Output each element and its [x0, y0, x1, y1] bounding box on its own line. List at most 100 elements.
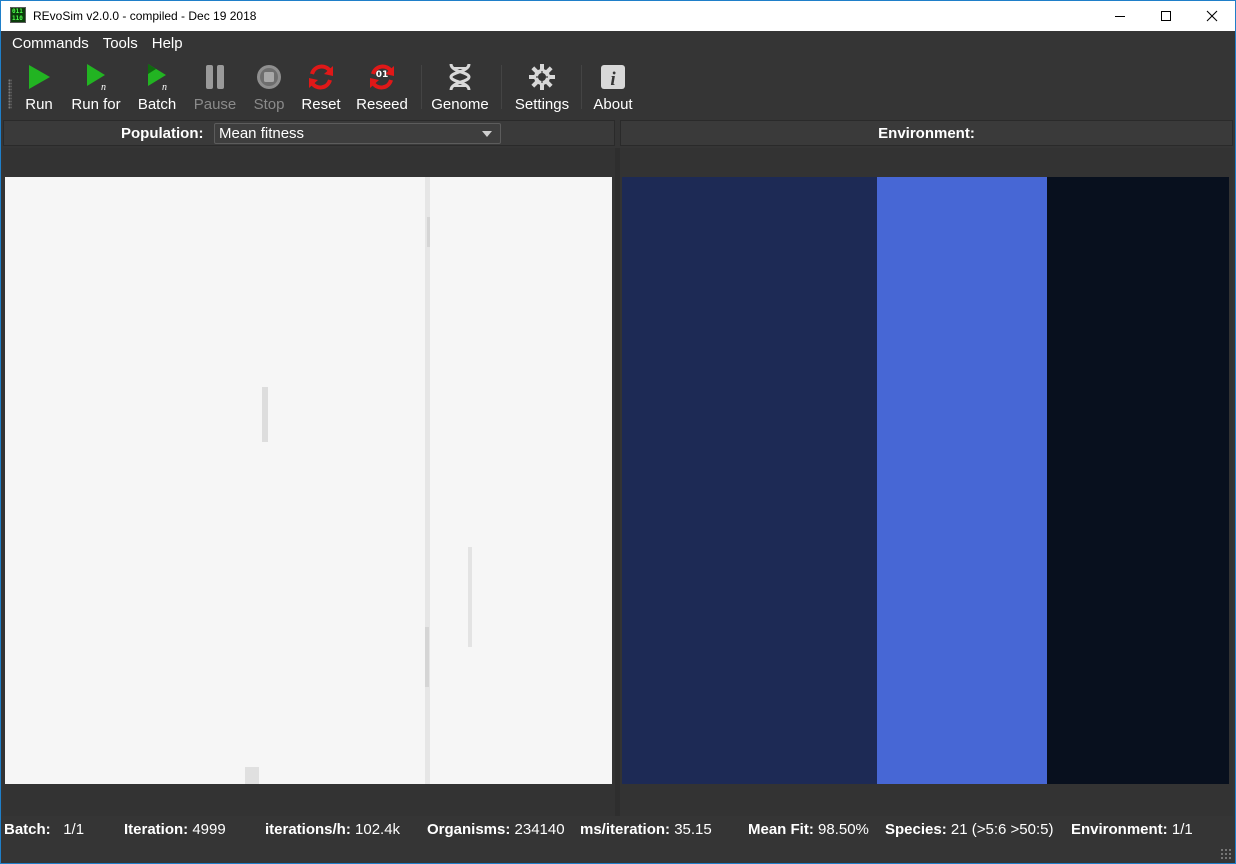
reset-button[interactable]: Reset: [299, 61, 343, 115]
toolbar-separator: [501, 65, 502, 109]
status-species-label: Species:: [885, 821, 947, 838]
app-icon-line-2: 110: [12, 15, 23, 22]
population-mode-value: Mean fitness: [219, 125, 305, 142]
menu-help[interactable]: Help: [145, 31, 190, 57]
stop-icon: [252, 61, 286, 93]
environment-header: Environment:: [620, 120, 1233, 146]
population-streak: [245, 767, 259, 784]
status-env-value: 1/1: [1171, 821, 1193, 838]
reseed-button[interactable]: 01 Reseed: [353, 61, 411, 115]
population-view[interactable]: [3, 148, 615, 816]
status-batch-label: Batch:: [4, 821, 51, 838]
population-streak: [427, 217, 430, 247]
title-bar: 011 110 REvoSim v2.0.0 - compiled - Dec …: [1, 1, 1235, 31]
svg-text:n: n: [101, 82, 106, 92]
population-streak: [425, 627, 429, 687]
population-streak: [425, 177, 430, 784]
status-fit-label: Mean Fit:: [748, 821, 814, 838]
status-fit-value: 98.50%: [818, 821, 869, 838]
status-rate-value: 102.4k: [355, 821, 401, 838]
status-rate-label: iterations/h:: [265, 821, 351, 838]
play-n-icon: n: [79, 61, 113, 93]
genome-button[interactable]: Genome: [429, 61, 491, 115]
status-ms-iteration: ms/iteration: 35.15: [580, 821, 712, 838]
status-organisms-value: 234140: [514, 821, 565, 838]
status-iteration: Iteration: 4999: [124, 821, 226, 838]
close-button[interactable]: [1189, 1, 1235, 31]
environment-band: [877, 177, 1047, 784]
run-button[interactable]: Run: [21, 61, 57, 115]
stop-button[interactable]: Stop: [249, 61, 289, 115]
run-label: Run: [25, 96, 53, 113]
svg-text:i: i: [610, 69, 616, 90]
population-mode-select[interactable]: Mean fitness: [214, 123, 501, 144]
status-iteration-value: 4999: [192, 821, 226, 838]
status-ms-label: ms/iteration:: [580, 821, 671, 838]
about-label: About: [593, 96, 633, 113]
status-environment: Environment: 1/1: [1071, 821, 1193, 838]
status-iteration-label: Iteration:: [124, 821, 189, 838]
status-bar: Batch: 1/1 Iteration: 4999 iterations/h:…: [1, 817, 1235, 843]
status-ms-value: 35.15: [674, 821, 712, 838]
info-icon: i: [596, 61, 630, 93]
environment-canvas[interactable]: [622, 177, 1229, 784]
close-icon: [1206, 10, 1218, 22]
stop-label: Stop: [253, 96, 285, 113]
dna-icon: [443, 61, 477, 93]
population-canvas[interactable]: [5, 177, 612, 784]
environment-label: Environment:: [878, 125, 975, 142]
app-icon-line-1: 011: [12, 8, 23, 15]
toolbar: Run n Run for n Batch Pause Stop Reset 0…: [1, 57, 1235, 117]
reseed-icon: 01: [365, 61, 399, 93]
about-button[interactable]: i About: [589, 61, 637, 115]
status-species-value: 21 (>5:6 >50:5): [950, 821, 1054, 838]
play-icon: [22, 61, 56, 93]
status-rate: iterations/h: 102.4k: [265, 821, 400, 838]
settings-label: Settings: [514, 96, 570, 113]
population-streak: [262, 387, 268, 442]
pause-label: Pause: [193, 96, 237, 113]
status-mean-fit: Mean Fit: 98.50%: [748, 821, 869, 838]
app-window: 011 110 REvoSim v2.0.0 - compiled - Dec …: [1, 1, 1235, 863]
genome-label: Genome: [431, 96, 489, 113]
menu-tools[interactable]: Tools: [96, 31, 145, 57]
reset-label: Reset: [301, 96, 341, 113]
toolbar-separator: [581, 65, 582, 109]
reset-icon: [304, 61, 338, 93]
environment-view[interactable]: [620, 148, 1233, 816]
status-batch: Batch: 1/1: [4, 821, 84, 838]
pause-icon: [198, 61, 232, 93]
status-env-label: Environment:: [1071, 821, 1168, 838]
run-for-button[interactable]: n Run for: [67, 61, 125, 115]
population-streak: [468, 547, 472, 647]
environment-band: [1047, 177, 1229, 784]
population-label: Population:: [121, 125, 204, 142]
pause-button[interactable]: Pause: [193, 61, 237, 115]
settings-button[interactable]: Settings: [511, 61, 573, 115]
menu-commands[interactable]: Commands: [5, 31, 96, 57]
maximize-icon: [1161, 11, 1171, 21]
svg-text:n: n: [162, 82, 167, 92]
status-organisms-label: Organisms:: [427, 821, 511, 838]
batch-label: Batch: [137, 96, 177, 113]
toolbar-grip[interactable]: [8, 79, 12, 109]
resize-grip-icon[interactable]: [1220, 848, 1232, 860]
toolbar-separator: [421, 65, 422, 109]
run-for-label: Run for: [71, 96, 121, 113]
batch-play-icon: n: [140, 61, 174, 93]
bottom-strip: [1, 843, 1235, 863]
window-title: REvoSim v2.0.0 - compiled - Dec 19 2018: [33, 9, 257, 23]
minimize-button[interactable]: [1097, 1, 1143, 31]
app-icon: 011 110: [10, 7, 26, 23]
status-batch-value: 1/1: [63, 821, 85, 838]
chevron-down-icon: [482, 131, 492, 137]
reseed-badge: 01: [375, 70, 389, 80]
minimize-icon: [1115, 16, 1125, 17]
status-species: Species: 21 (>5:6 >50:5): [885, 821, 1053, 838]
batch-button[interactable]: n Batch: [135, 61, 179, 115]
maximize-button[interactable]: [1143, 1, 1189, 31]
reseed-label: Reseed: [356, 96, 408, 113]
population-header: Population: Mean fitness: [3, 120, 615, 146]
environment-band: [622, 177, 877, 784]
gear-icon: [525, 61, 559, 93]
